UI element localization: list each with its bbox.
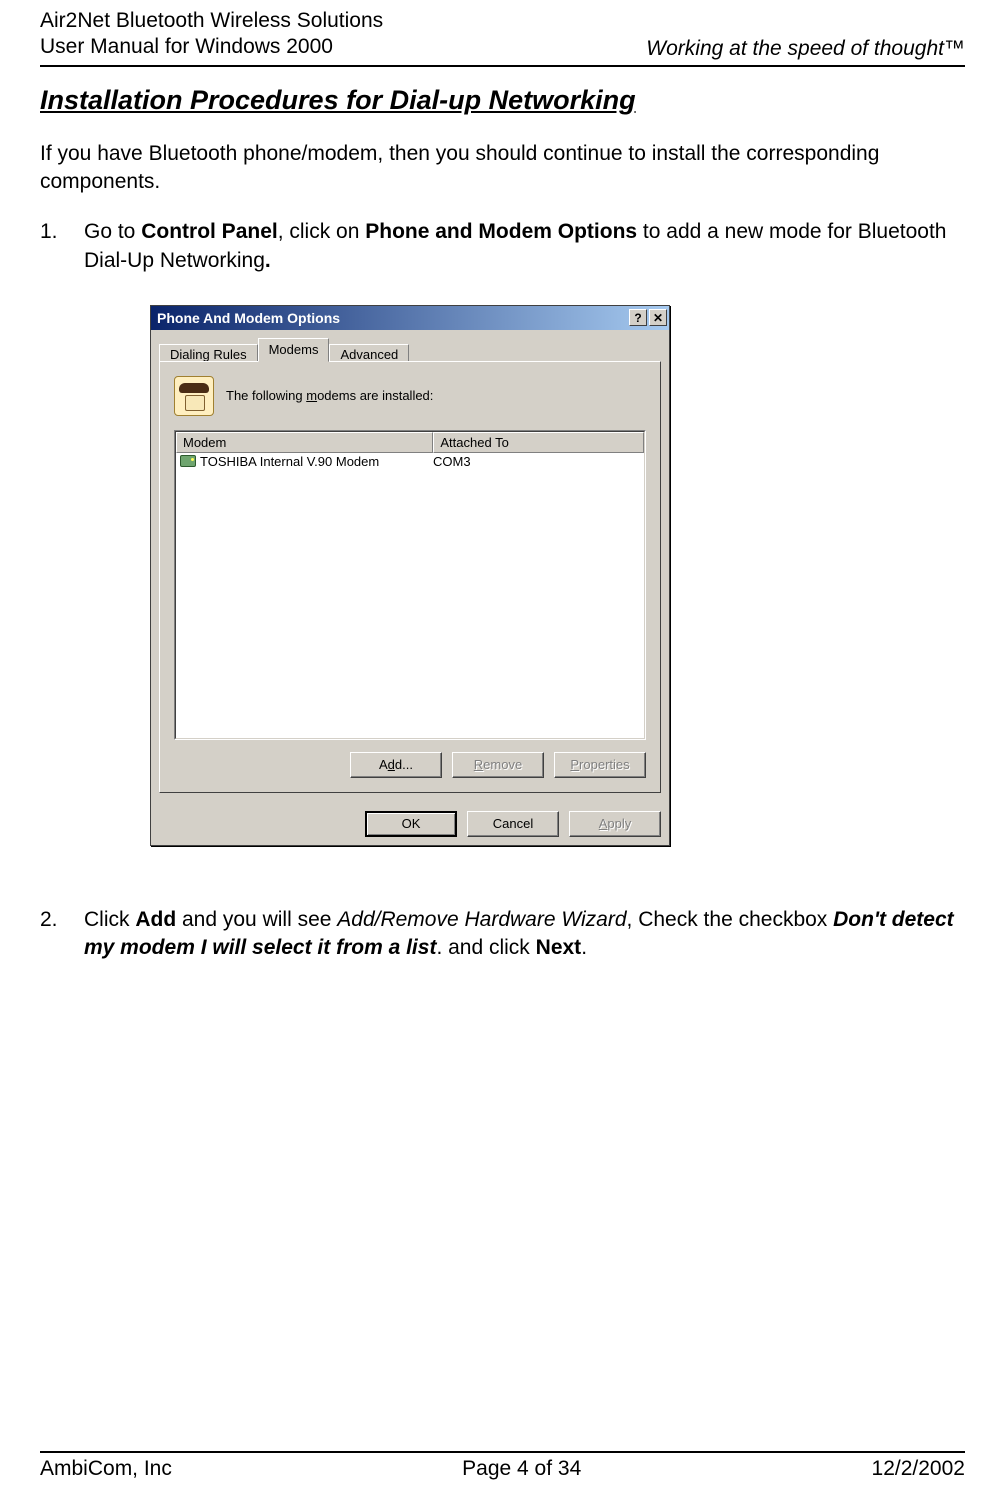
step-1-dot: . <box>265 249 271 272</box>
document-footer: AmbiCom, Inc Page 4 of 34 12/2/2002 <box>40 1457 965 1481</box>
header-right: Working at the speed of thought™ <box>646 37 965 61</box>
cancel-button[interactable]: Cancel <box>467 811 559 837</box>
step-1-text-1: Go to <box>84 220 141 243</box>
close-icon: ✕ <box>653 312 663 324</box>
modem-listbox[interactable]: Modem Attached To TOSHIBA Internal V.90 … <box>174 430 646 740</box>
list-item[interactable]: TOSHIBA Internal V.90 Modem COM3 <box>176 453 644 470</box>
intro-paragraph: If you have Bluetooth phone/modem, then … <box>40 140 965 197</box>
modem-port: COM3 <box>433 454 640 469</box>
dialog-screenshot: Phone And Modem Options ? ✕ Dialing Rule… <box>150 305 965 846</box>
properties-button[interactable]: Properties <box>554 752 646 778</box>
step-2-italic-1: Add/Remove Hardware Wizard <box>337 908 626 931</box>
column-attached-to[interactable]: Attached To <box>433 432 644 453</box>
step-2-bold-1: Add <box>135 908 176 931</box>
footer-left: AmbiCom, Inc <box>40 1457 172 1481</box>
section-title: Installation Procedures for Dial-up Netw… <box>40 85 965 116</box>
footer-right: 12/2/2002 <box>872 1457 965 1481</box>
dialog-titlebar[interactable]: Phone And Modem Options ? ✕ <box>151 306 669 330</box>
ok-button[interactable]: OK <box>365 811 457 837</box>
step-2-number: 2. <box>40 906 58 934</box>
panel-caption-pre: The following <box>226 388 306 403</box>
remove-button[interactable]: Remove <box>452 752 544 778</box>
help-icon: ? <box>634 312 641 324</box>
step-2-text-2: and you will see <box>176 908 337 931</box>
phone-icon <box>174 376 214 416</box>
header-left-line2: User Manual for Windows 2000 <box>40 34 383 60</box>
step-2-bold-2: Next <box>536 936 582 959</box>
help-button[interactable]: ? <box>629 309 647 326</box>
step-1-text-2: , click on <box>278 220 366 243</box>
step-2-text-5: . <box>581 936 587 959</box>
step-1: 1. Go to Control Panel, click on Phone a… <box>40 218 965 275</box>
footer-divider <box>40 1451 965 1453</box>
tab-panel-modems: The following modems are installed: Mode… <box>159 361 661 793</box>
panel-caption-accel: m <box>306 388 317 403</box>
header-left-line1: Air2Net Bluetooth Wireless Solutions <box>40 8 383 34</box>
step-1-bold-2: Phone and Modem Options <box>365 220 637 243</box>
list-header: Modem Attached To <box>176 432 644 453</box>
tab-modems[interactable]: Modems <box>258 338 330 362</box>
step-1-number: 1. <box>40 218 58 246</box>
modem-name: TOSHIBA Internal V.90 Modem <box>200 454 379 469</box>
apply-button[interactable]: Apply <box>569 811 661 837</box>
step-2-text-1: Click <box>84 908 135 931</box>
tab-strip: Dialing Rules Modems Advanced <box>159 338 661 362</box>
document-header: Air2Net Bluetooth Wireless Solutions Use… <box>40 0 965 61</box>
close-button[interactable]: ✕ <box>649 309 667 326</box>
add-button[interactable]: Add... <box>350 752 442 778</box>
header-divider <box>40 65 965 67</box>
step-2-text-3: , Check the checkbox <box>627 908 834 931</box>
step-1-bold-1: Control Panel <box>141 220 278 243</box>
header-left: Air2Net Bluetooth Wireless Solutions Use… <box>40 8 383 61</box>
footer-center: Page 4 of 34 <box>462 1457 581 1481</box>
panel-caption: The following modems are installed: <box>226 388 433 403</box>
panel-caption-post: odems are installed: <box>317 388 433 403</box>
step-2: 2. Click Add and you will see Add/Remove… <box>40 906 965 963</box>
dialog-title: Phone And Modem Options <box>157 310 340 326</box>
step-2-text-4: . and click <box>436 936 535 959</box>
modem-icon <box>180 455 196 467</box>
phone-modem-dialog: Phone And Modem Options ? ✕ Dialing Rule… <box>150 305 670 846</box>
column-modem[interactable]: Modem <box>176 432 433 453</box>
